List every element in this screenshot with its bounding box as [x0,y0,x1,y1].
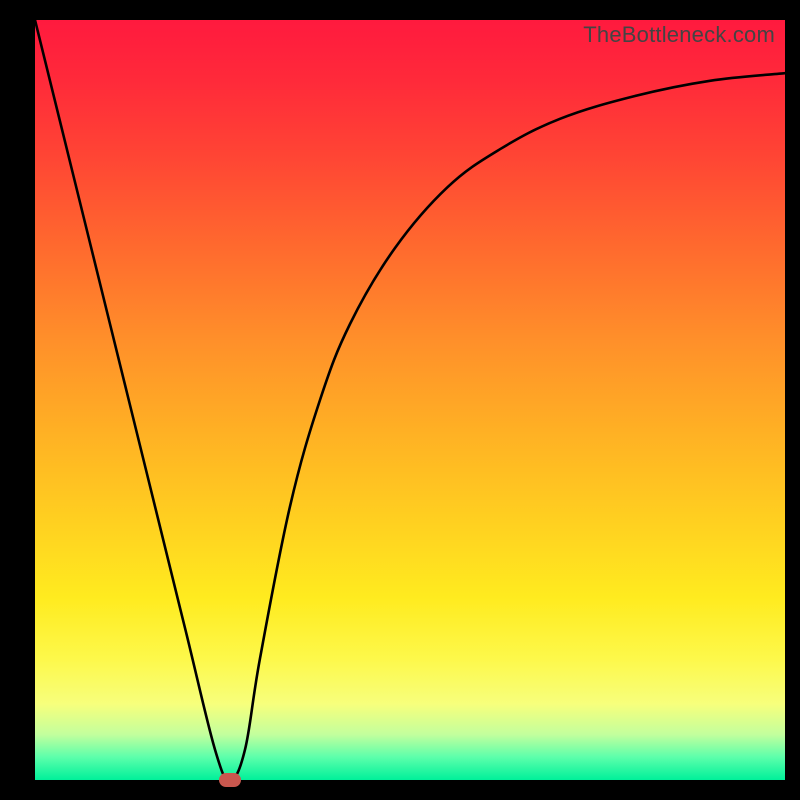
plot-area: TheBottleneck.com [35,20,785,780]
optimal-point-marker [219,773,241,787]
chart-frame: TheBottleneck.com [0,0,800,800]
bottleneck-curve [35,20,785,780]
